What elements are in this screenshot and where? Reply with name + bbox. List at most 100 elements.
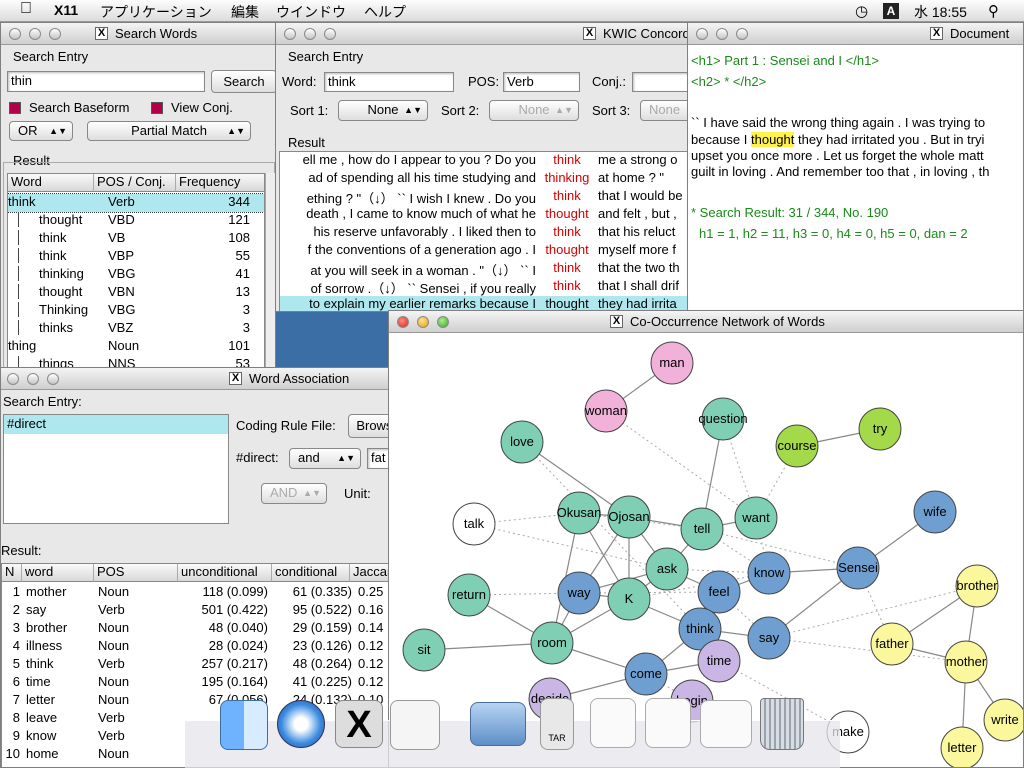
node-wife[interactable]: wife bbox=[913, 490, 957, 534]
minimize-button[interactable] bbox=[27, 373, 39, 385]
minimize-button[interactable] bbox=[417, 316, 429, 328]
node-okusan[interactable]: Okusan bbox=[557, 491, 602, 535]
finder-icon[interactable] bbox=[220, 700, 268, 750]
table-row[interactable]: think Verb 344 bbox=[8, 193, 264, 213]
node-way[interactable]: way bbox=[557, 571, 601, 615]
kwic-line[interactable]: f the conventions of a generation ago . … bbox=[280, 242, 704, 260]
kwic-line[interactable]: ad of spending all his time studying and… bbox=[280, 170, 704, 188]
col-pos-conj[interactable]: POS / Conj. bbox=[94, 174, 176, 192]
match-select[interactable]: Partial Match ▲▼ bbox=[87, 121, 251, 141]
search-button[interactable]: Search bbox=[211, 70, 275, 93]
apple-menu-icon[interactable]:  bbox=[20, 0, 32, 18]
col-pos[interactable]: POS bbox=[94, 564, 178, 582]
zoom-button[interactable] bbox=[47, 373, 59, 385]
table-row[interactable]: thought VBD 121 bbox=[8, 212, 264, 230]
minimize-button[interactable] bbox=[304, 28, 316, 40]
safari-icon[interactable] bbox=[277, 700, 325, 748]
node-course[interactable]: course bbox=[775, 424, 819, 468]
clock[interactable]: 水 18:55 bbox=[914, 2, 967, 22]
table-row[interactable]: Thinking VBG 3 bbox=[8, 302, 264, 320]
node-k[interactable]: K bbox=[607, 577, 651, 621]
col-jaccard[interactable]: Jaccard bbox=[350, 564, 389, 582]
kwic-line[interactable]: ething ? "（↓） `` I wish I knew . Do you t… bbox=[280, 188, 704, 206]
table-row[interactable]: 3 brother Noun 48 (0.040) 29 (0.159) 0.14 bbox=[2, 620, 389, 638]
table-row[interactable]: thinking VBG 41 bbox=[8, 266, 264, 284]
node-sensei[interactable]: Sensei bbox=[836, 546, 880, 590]
operator-select[interactable]: OR ▲▼ bbox=[9, 121, 73, 141]
node-return[interactable]: return bbox=[447, 573, 491, 617]
applications-folder-icon[interactable] bbox=[470, 702, 526, 746]
table-row[interactable]: thing Noun 101 bbox=[8, 338, 264, 356]
minimize-button[interactable] bbox=[29, 28, 41, 40]
node-room[interactable]: room bbox=[530, 621, 574, 665]
node-come[interactable]: come bbox=[624, 652, 668, 696]
trash-icon[interactable] bbox=[760, 698, 804, 750]
spotlight-search-icon[interactable]: ⚲ bbox=[988, 2, 999, 20]
col-n[interactable]: N bbox=[2, 564, 22, 582]
col-conditional[interactable]: conditional bbox=[272, 564, 350, 582]
table-row[interactable]: thinks VBZ 3 bbox=[8, 320, 264, 338]
preview-icon[interactable] bbox=[390, 700, 440, 750]
node-write[interactable]: write bbox=[983, 698, 1024, 742]
kwic-line[interactable]: at you will seek in a woman . "（↓） `` I t… bbox=[280, 260, 704, 278]
node-talk[interactable]: talk bbox=[452, 502, 496, 546]
menu-help[interactable]: ヘルプ bbox=[364, 2, 406, 22]
close-button[interactable] bbox=[9, 28, 21, 40]
table-row[interactable]: thought VBN 13 bbox=[8, 284, 264, 302]
col-word[interactable]: Word bbox=[8, 174, 94, 192]
table-row[interactable]: 1 mother Noun 118 (0.099) 61 (0.335) 0.25 bbox=[2, 584, 389, 602]
pos-input[interactable]: Verb bbox=[503, 72, 580, 92]
direct-field-input[interactable]: fat bbox=[367, 448, 389, 469]
word-input[interactable]: think bbox=[324, 72, 454, 92]
node-time[interactable]: time bbox=[697, 639, 741, 683]
node-know[interactable]: know bbox=[747, 551, 791, 595]
close-button[interactable] bbox=[696, 28, 708, 40]
time-machine-icon[interactable]: ◷ bbox=[855, 2, 868, 20]
node-tell[interactable]: tell bbox=[680, 507, 724, 551]
node-try[interactable]: try bbox=[858, 407, 902, 451]
node-mother[interactable]: mother bbox=[944, 640, 988, 684]
table-row[interactable]: 4 illness Noun 28 (0.024) 23 (0.126) 0.12 bbox=[2, 638, 389, 656]
app-menu[interactable]: X11 bbox=[54, 2, 78, 18]
kwic-line[interactable]: of sorrow .（↓） `` Sensei , if you really… bbox=[280, 278, 704, 296]
node-woman[interactable]: woman bbox=[584, 389, 628, 433]
kwic-line[interactable]: death , I came to know much of what he th… bbox=[280, 206, 704, 224]
node-ask[interactable]: ask bbox=[645, 547, 689, 591]
archive-icon[interactable]: TAR bbox=[540, 698, 574, 750]
table-row[interactable]: think VB 108 bbox=[8, 230, 264, 248]
menu-edit[interactable]: 編集 bbox=[231, 2, 259, 22]
zoom-button[interactable] bbox=[437, 316, 449, 328]
sort2-select[interactable]: None ▲▼ bbox=[489, 100, 579, 121]
menu-applications[interactable]: アプリケーション bbox=[100, 2, 212, 22]
node-letter[interactable]: letter bbox=[940, 726, 984, 768]
node-man[interactable]: man bbox=[650, 341, 694, 385]
kwic-line[interactable]: ell me , how do I appear to you ? Do you… bbox=[280, 152, 704, 170]
col-frequency[interactable]: Frequency bbox=[176, 174, 264, 192]
close-button[interactable] bbox=[397, 316, 409, 328]
close-button[interactable] bbox=[284, 28, 296, 40]
menu-window[interactable]: ウインドウ bbox=[276, 2, 346, 22]
view-conj-checkbox[interactable] bbox=[151, 102, 163, 114]
node-feel[interactable]: feel bbox=[697, 570, 741, 614]
node-sit[interactable]: sit bbox=[402, 628, 446, 672]
minimize-button[interactable] bbox=[716, 28, 728, 40]
and-operator-select[interactable]: AND ▲▼ bbox=[261, 483, 327, 504]
sort1-select[interactable]: None ▲▼ bbox=[338, 100, 428, 121]
zoom-button[interactable] bbox=[49, 28, 61, 40]
direct-operator-select[interactable]: and ▲▼ bbox=[289, 448, 361, 469]
node-love[interactable]: love bbox=[500, 420, 544, 464]
zoom-button[interactable] bbox=[736, 28, 748, 40]
col-unconditional[interactable]: unconditional bbox=[178, 564, 272, 582]
node-question[interactable]: question bbox=[698, 397, 748, 441]
search-entry-textarea[interactable]: #direct bbox=[3, 414, 229, 524]
table-row[interactable]: 2 say Verb 501 (0.422) 95 (0.522) 0.16 bbox=[2, 602, 389, 620]
node-father[interactable]: father bbox=[870, 622, 914, 666]
image-icon[interactable] bbox=[700, 700, 752, 748]
search-baseform-checkbox[interactable] bbox=[9, 102, 21, 114]
table-row[interactable]: think VBP 55 bbox=[8, 248, 264, 266]
document-icon[interactable] bbox=[590, 698, 636, 748]
kwic-line[interactable]: his reserve unfavorably . I liked then t… bbox=[280, 224, 704, 242]
scrollbar[interactable] bbox=[265, 173, 275, 371]
input-source-icon[interactable]: A bbox=[883, 3, 899, 19]
document-icon[interactable] bbox=[645, 698, 691, 748]
